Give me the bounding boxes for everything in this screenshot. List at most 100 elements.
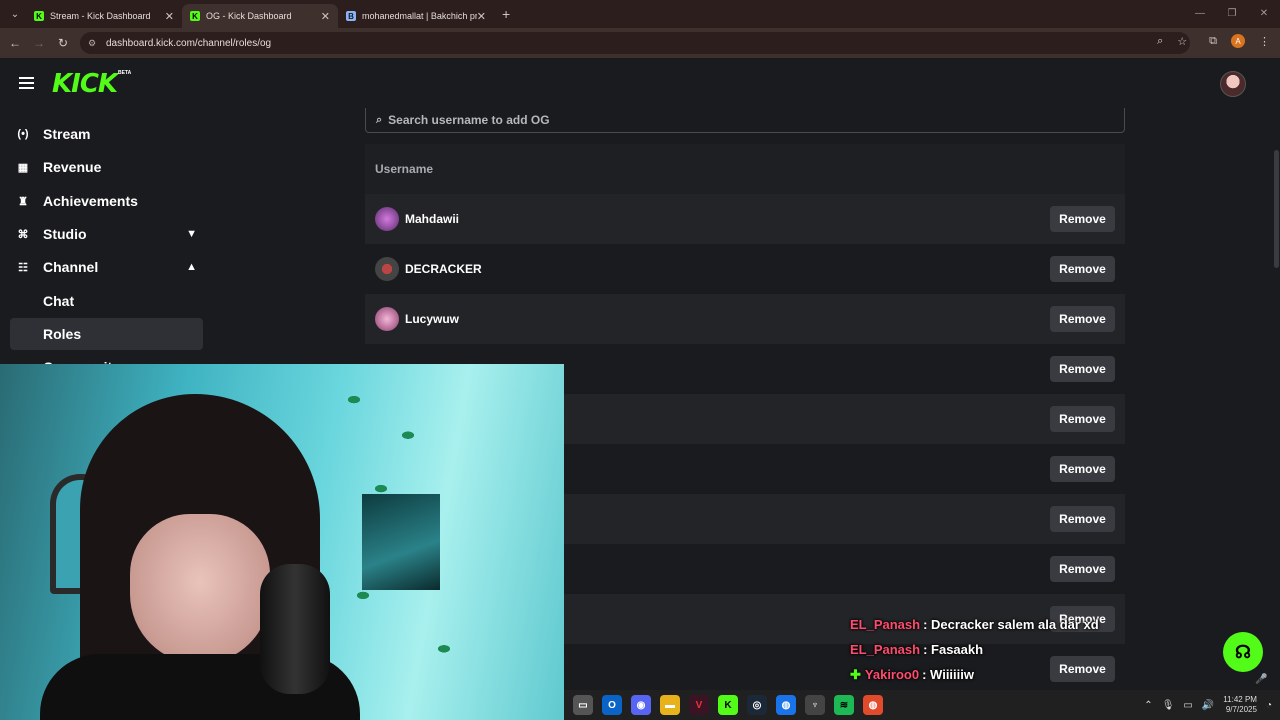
sidebar-item-label: Stream (43, 126, 91, 142)
page-scrollbar[interactable] (1274, 150, 1279, 268)
sidebar-item-roles[interactable]: Roles (10, 318, 203, 350)
forward-icon[interactable]: → (27, 36, 51, 50)
sidebar-item-chat[interactable]: Chat (10, 285, 203, 317)
chat-message: EL_Panash : Decracker salem ala dar xd (850, 612, 1150, 637)
new-tab-button[interactable]: + (502, 6, 510, 22)
restore-icon[interactable]: ❐ (1216, 0, 1248, 28)
headset-icon: ☊ (1235, 641, 1251, 662)
webcam-streamer-face (130, 514, 270, 664)
url-text: dashboard.kick.com/channel/roles/og (106, 37, 272, 49)
remove-button[interactable]: Remove (1050, 456, 1115, 482)
avatar (375, 307, 399, 331)
remove-button[interactable]: Remove (1050, 406, 1115, 432)
extensions-icon[interactable]: ⧉ (1209, 35, 1217, 48)
chat-message: ✚ Yakiroo0 : Wiiiiiiw (850, 662, 1150, 687)
table-row: DECRACKER Remove (365, 244, 1125, 294)
app-icon[interactable]: ♆ (805, 695, 825, 715)
sidebar-item-revenue[interactable]: ▦ Revenue (10, 151, 203, 183)
close-window-icon[interactable]: ✕ (1248, 0, 1280, 28)
zoom-icon[interactable]: ⌕ (1157, 35, 1163, 48)
microphone-tray-icon[interactable]: 🎙 (1162, 700, 1175, 711)
document-icon: B (346, 11, 356, 21)
browser-tab-bakchich[interactable]: B mohanedmallat | Bakchich profil ✕ (338, 4, 494, 28)
discord-icon[interactable]: ◉ (631, 695, 651, 715)
webcam-background-poster (362, 494, 440, 590)
tab-title: OG - Kick Dashboard (206, 11, 292, 21)
site-info-icon[interactable]: ⚙ (88, 38, 98, 48)
remove-button[interactable]: Remove (1050, 556, 1115, 582)
steam-icon[interactable]: ◎ (747, 695, 767, 715)
chevron-up-icon: ▲ (186, 261, 197, 273)
sidebar-item-channel[interactable]: ☷ Channel ▲ (10, 251, 203, 283)
chat-username: EL_Panash (850, 642, 921, 657)
kick-icon: K (34, 11, 44, 21)
username[interactable]: DECRACKER (405, 262, 482, 276)
network-icon[interactable]: ▭ (1183, 700, 1192, 711)
user-avatar[interactable] (1220, 71, 1246, 97)
webcam-overlay (0, 364, 564, 720)
tray-overflow-icon[interactable]: ⌃ (1144, 700, 1152, 711)
revenue-icon: ▦ (17, 161, 29, 174)
chat-message: EL_Panash : Fasaakh (850, 637, 1150, 662)
clock-time: 11:42 PM (1223, 695, 1257, 704)
username[interactable]: Lucywuw (405, 312, 459, 326)
spotify-icon[interactable]: ≋ (834, 695, 854, 715)
sidebar-item-label: Studio (43, 226, 87, 242)
reload-icon[interactable]: ↻ (51, 36, 75, 50)
help-headset-button[interactable]: ☊ (1223, 632, 1263, 672)
sidebar-item-stream[interactable]: (•) Stream (10, 118, 203, 150)
search-icon: ⌕ (376, 113, 383, 126)
app-icon[interactable]: V (689, 695, 709, 715)
chat-text: : Wiiiiiiw (922, 667, 974, 682)
profile-avatar[interactable]: A (1231, 34, 1245, 48)
browser-tab-stream[interactable]: K Stream - Kick Dashboard ✕ (26, 4, 182, 28)
remove-button[interactable]: Remove (1050, 356, 1115, 382)
folder-icon[interactable]: ▬ (660, 695, 680, 715)
file-explorer-icon[interactable]: ▭ (573, 695, 593, 715)
kick-logo[interactable]: KICK (52, 69, 118, 99)
close-tab-icon[interactable]: ✕ (477, 10, 486, 23)
volume-icon[interactable]: 🔊 (1202, 700, 1214, 711)
remove-button[interactable]: Remove (1050, 206, 1115, 232)
search-placeholder: Search username to add OG (388, 113, 550, 127)
microphone-icon (260, 564, 330, 694)
close-tab-icon[interactable]: ✕ (165, 10, 174, 23)
tab-search-icon[interactable]: ⌄ (4, 3, 26, 25)
back-icon[interactable]: ← (3, 36, 27, 50)
outlook-icon[interactable]: O (602, 695, 622, 715)
browser-tab-strip: ⌄ K Stream - Kick Dashboard ✕ K OG - Kic… (0, 0, 1280, 28)
chevron-down-icon: ▼ (186, 228, 197, 240)
close-tab-icon[interactable]: ✕ (321, 10, 330, 23)
window-controls: — ❐ ✕ (1184, 0, 1280, 28)
remove-button[interactable]: Remove (1050, 306, 1115, 332)
clock[interactable]: 11:42 PM 9/7/2025 (1223, 695, 1257, 715)
username[interactable]: Mahdawii (405, 212, 459, 226)
tab-title: mohanedmallat | Bakchich profil (362, 11, 477, 21)
tab-title: Stream - Kick Dashboard (50, 11, 151, 21)
kick-app-icon[interactable]: K (718, 695, 738, 715)
sidebar-item-label: Roles (43, 326, 82, 342)
add-og-search-input[interactable]: ⌕ Search username to add OG (365, 108, 1125, 133)
sidebar-item-label: Achievements (43, 193, 138, 209)
windows-taskbar: ▭ O ◉ ▬ V K ◎ ◍ ♆ ≋ ◍ ⌃ 🎙 ▭ 🔊 11:42 PM 9… (564, 690, 1280, 720)
column-header-username: Username (375, 162, 434, 176)
trophy-icon: ♜ (18, 195, 28, 208)
chrome-profile-icon[interactable]: ◍ (863, 695, 883, 715)
avatar (375, 257, 399, 281)
kick-icon: K (190, 11, 200, 21)
sidebar-item-studio[interactable]: ⌘ Studio ▼ (10, 218, 203, 250)
notification-icon[interactable]: ◔ (1266, 700, 1272, 711)
chrome-icon[interactable]: ◍ (776, 695, 796, 715)
hamburger-menu-icon[interactable] (19, 77, 34, 89)
bookmark-star-icon[interactable]: ☆ (1177, 35, 1187, 48)
menu-dots-icon[interactable]: ⋮ (1259, 35, 1270, 48)
minimize-icon[interactable]: — (1184, 0, 1216, 28)
remove-button[interactable]: Remove (1050, 506, 1115, 532)
clock-date: 9/7/2025 (1225, 705, 1257, 714)
kick-header: KICK BETA (0, 58, 1280, 108)
url-bar[interactable]: ⚙ dashboard.kick.com/channel/roles/og (80, 32, 1190, 54)
remove-button[interactable]: Remove (1050, 256, 1115, 282)
sidebar-item-achievements[interactable]: ♜ Achievements (10, 185, 203, 217)
browser-tab-og[interactable]: K OG - Kick Dashboard ✕ (182, 4, 338, 28)
browser-toolbar-actions: ⌕ ☆ ⧉ A ⋮ (1157, 34, 1270, 48)
